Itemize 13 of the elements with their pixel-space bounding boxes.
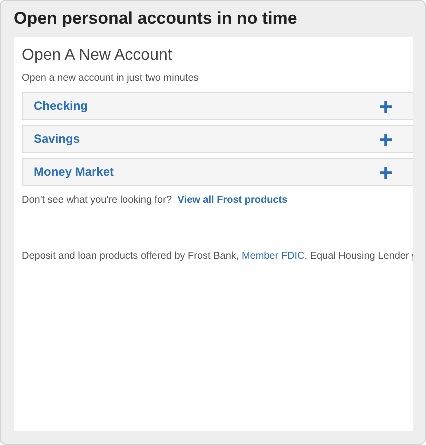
account-accordion-item[interactable]: Money Market: [22, 158, 413, 186]
plus-icon: [380, 134, 392, 146]
section-subheading: Open a new account in just two minutes: [22, 73, 200, 85]
account-accordion-item[interactable]: Savings: [22, 125, 413, 153]
page-title: Open personal accounts in no time: [14, 8, 298, 30]
products-link[interactable]: View all Frost products: [178, 195, 288, 206]
section-heading: Open A New Account: [22, 46, 174, 66]
fdic-link[interactable]: Member FDIC: [242, 251, 305, 262]
prompt-text: Don't see what you're looking for?: [22, 195, 172, 206]
disclaimer-text: Deposit and loan products offered by Frost Bank, Member FDIC, Equal Housing Lender: [22, 251, 410, 262]
account-accordion-item[interactable]: Checking: [22, 92, 413, 120]
plus-icon: [380, 167, 392, 179]
plus-icon: [380, 101, 392, 113]
